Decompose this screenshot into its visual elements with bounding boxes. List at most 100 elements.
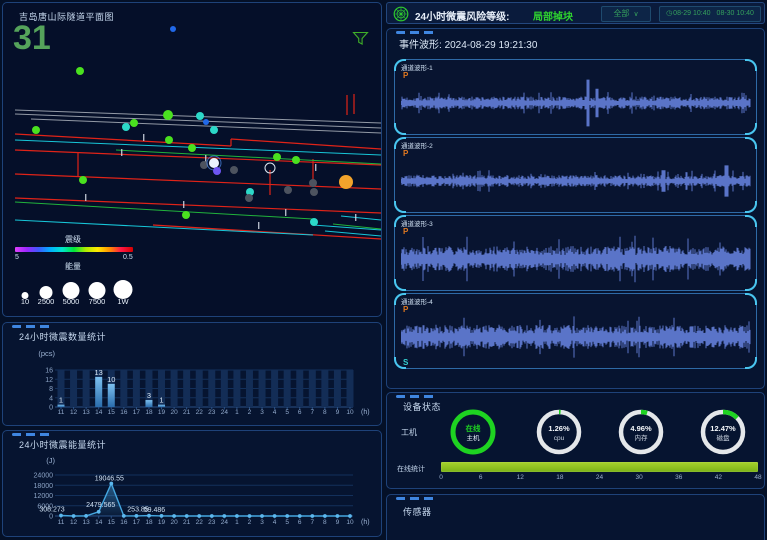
x-tick-label: 2 <box>248 409 252 416</box>
waveform-channel-list: 通道波形-1P通道波形-2P通道波形-3P通道波形-4PS <box>394 59 759 371</box>
waveform-box-2[interactable]: 通道波形-2P <box>394 137 757 213</box>
waveform-box-1[interactable]: 通道波形-1P <box>394 59 757 135</box>
line-point <box>323 514 327 518</box>
x-tick-label: 8 <box>323 409 327 416</box>
gauge-value: 1.26% <box>548 424 570 433</box>
gauge-label: cpu <box>554 435 565 442</box>
gauge-label: 磁盘 <box>717 433 731 442</box>
sensor-panel: 传感器 <box>386 494 765 540</box>
waveform-box-3[interactable]: 通道波形-3P <box>394 215 757 291</box>
point-value-label: 19046.55 <box>95 476 124 483</box>
count-bar-track <box>246 370 253 407</box>
seismic-event-point[interactable] <box>163 110 173 120</box>
map-chainage-mark <box>315 164 316 171</box>
line-point <box>248 514 252 518</box>
seismic-event-point[interactable] <box>284 186 292 194</box>
seismic-event-point[interactable] <box>339 175 353 189</box>
point-value-label: 308.273 <box>39 507 64 514</box>
online-axis-tick: 6 <box>479 474 483 481</box>
dashboard-root: 吉岛唐山际隧道平面图 31 震级 5 0.5 能量 10250050007500… <box>0 0 767 540</box>
count-bar-chart: 0481216(pcs)1112131415161718192021222324… <box>9 343 377 425</box>
online-axis-tick: 0 <box>439 474 443 481</box>
radar-icon <box>393 6 409 22</box>
online-axis-tick: 30 <box>636 474 643 481</box>
line-point <box>122 514 126 518</box>
x-tick-label: 5 <box>285 519 289 526</box>
seismic-event-point[interactable] <box>230 166 238 174</box>
count-bar-track <box>284 370 291 407</box>
map-line <box>325 231 381 236</box>
count-bar <box>108 384 115 407</box>
line-point <box>160 514 164 518</box>
bar-value-label: 10 <box>107 375 115 384</box>
map-chainage-mark <box>355 214 356 221</box>
online-axis-tick: 42 <box>715 474 722 481</box>
seismic-event-point[interactable] <box>273 153 281 161</box>
x-tick-label: 13 <box>83 409 91 416</box>
x-tick-label: 12 <box>70 519 78 526</box>
line-point <box>172 514 176 518</box>
seismic-event-point[interactable] <box>165 136 173 144</box>
sensor-panel-title: 传感器 <box>403 505 432 518</box>
time-range-picker[interactable]: ◷08-29 10:4008-30 10:40 <box>659 6 761 22</box>
seismic-event-point[interactable] <box>210 126 218 134</box>
y-tick-label: 12000 <box>34 493 54 500</box>
seismic-event-point[interactable] <box>122 123 130 131</box>
y-tick-label: 0 <box>49 514 53 521</box>
count-bar-track <box>296 370 303 407</box>
x-tick-label: 9 <box>336 409 340 416</box>
count-bar <box>158 405 165 407</box>
magnitude-legend-label: 震级 <box>43 234 103 245</box>
waveform-box-4[interactable]: 通道波形-4PS <box>394 293 757 369</box>
count-bar-track <box>271 370 278 407</box>
gauge-磁盘: 12.47%磁盘 <box>698 407 748 457</box>
seismic-event-point[interactable] <box>213 167 221 175</box>
seismic-event-point[interactable] <box>76 67 84 75</box>
filter-funnel-icon[interactable] <box>352 31 369 46</box>
map-line <box>15 220 313 235</box>
filter-dropdown-value: 全部 <box>613 9 629 18</box>
x-tick-label: 9 <box>336 519 340 526</box>
seismic-event-point[interactable] <box>130 119 138 127</box>
line-point <box>210 514 214 518</box>
seismic-event-point[interactable] <box>310 218 318 226</box>
x-tick-label: 11 <box>58 519 65 526</box>
count-bar-track <box>233 370 240 407</box>
map-chainage-mark <box>143 134 144 141</box>
x-tick-label: 23 <box>208 519 216 526</box>
map-chainage-mark <box>258 222 259 229</box>
seismic-event-point[interactable] <box>79 176 87 184</box>
seismic-event-point[interactable] <box>196 112 204 120</box>
seismic-event-point[interactable] <box>170 26 176 32</box>
bar-value-label: 3 <box>147 391 151 400</box>
line-point <box>336 514 340 518</box>
x-tick-label: 15 <box>108 409 116 416</box>
waveform-trace <box>401 73 751 129</box>
seismic-event-point[interactable] <box>310 188 318 196</box>
x-tick-label: 20 <box>170 409 178 416</box>
seismic-event-point[interactable] <box>188 144 196 152</box>
filter-dropdown[interactable]: 全部∨ <box>601 6 651 22</box>
y-axis-unit: (J) <box>46 456 55 465</box>
seismic-event-point[interactable] <box>309 179 317 187</box>
gauge-row: 在线主机1.26%cpu4.96%内存12.47%磁盘 <box>387 393 766 459</box>
x-tick-label: 1 <box>235 519 239 526</box>
x-tick-label: 14 <box>95 519 103 526</box>
online-axis-tick: 12 <box>517 474 524 481</box>
map-line <box>15 174 381 189</box>
map-chainage-mark <box>285 209 286 216</box>
x-tick-label: 2 <box>248 519 252 526</box>
seismic-event-point[interactable] <box>209 158 219 168</box>
waveform-trace <box>401 307 751 363</box>
seismic-event-point[interactable] <box>203 119 209 125</box>
seismic-event-point[interactable] <box>32 126 40 134</box>
energy-line-chart: 06000120001800024000(J)11121314151617181… <box>9 451 377 537</box>
seismic-event-point[interactable] <box>292 156 300 164</box>
seismic-event-point[interactable] <box>245 194 253 202</box>
count-bar-track <box>309 370 316 407</box>
online-axis-tick: 36 <box>675 474 682 481</box>
count-bar-track <box>334 370 341 407</box>
count-bar <box>95 377 102 407</box>
x-tick-label: 19 <box>158 519 166 526</box>
seismic-event-point[interactable] <box>182 211 190 219</box>
